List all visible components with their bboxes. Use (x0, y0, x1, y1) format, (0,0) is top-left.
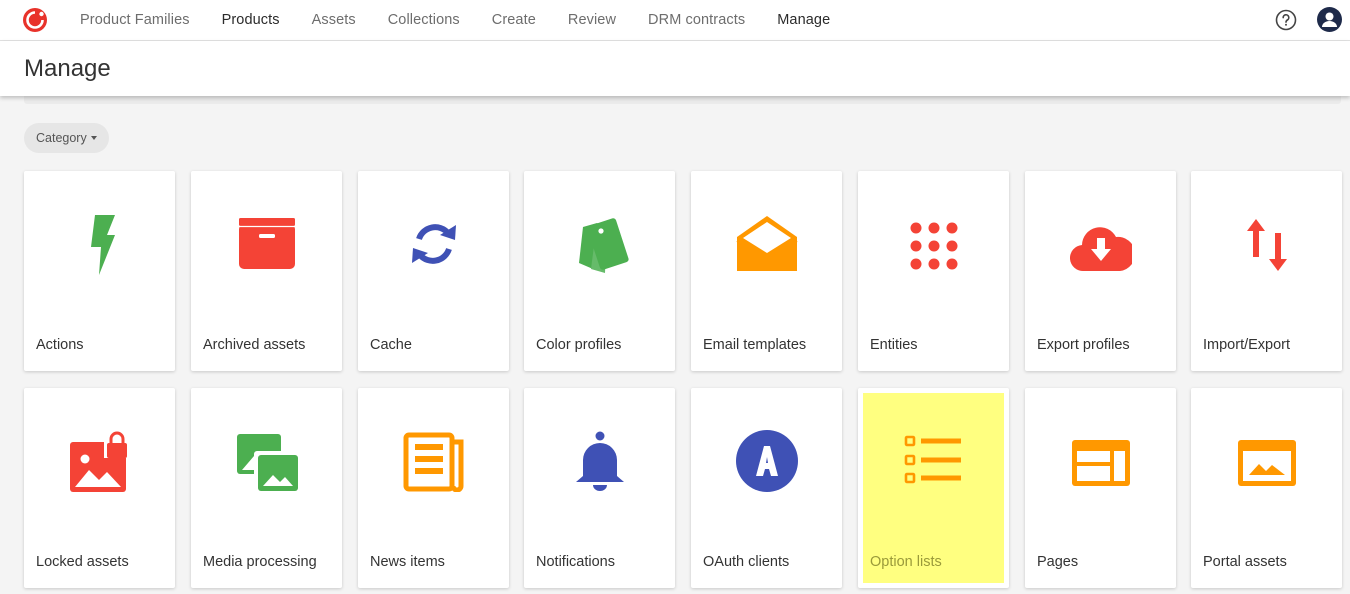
tile-label: Import/Export (1203, 337, 1291, 353)
up-down-arrows-icon (1236, 213, 1298, 275)
sync-icon (403, 213, 465, 275)
tile-notifications[interactable]: Notifications (524, 388, 675, 588)
tile-export-profiles[interactable]: Export profiles (1025, 171, 1176, 371)
tile-pages[interactable]: Pages (1025, 388, 1176, 588)
brand-logo-icon[interactable] (22, 7, 48, 33)
tile-archived-assets[interactable]: Archived assets (191, 171, 342, 371)
tile-label: Email templates (703, 337, 807, 353)
color-swatches-icon (569, 213, 631, 275)
web-layout-icon (1070, 430, 1132, 492)
tile-entities[interactable]: Entities (858, 171, 1009, 371)
page-header: Manage (0, 41, 1350, 96)
main-nav-links: Product Families Products Assets Collect… (64, 0, 846, 40)
help-icon[interactable] (1275, 9, 1297, 31)
page-title: Manage (24, 55, 111, 82)
cloud-download-icon (1070, 213, 1132, 275)
nav-item-products[interactable]: Products (206, 12, 296, 28)
category-filter-button[interactable]: Category (24, 123, 109, 153)
tile-media-processing[interactable]: Media processing (191, 388, 342, 588)
tile-news-items[interactable]: News items (358, 388, 509, 588)
tile-label: Color profiles (536, 337, 622, 353)
dot-grid-icon (903, 213, 965, 275)
open-envelope-icon (736, 213, 798, 275)
tile-label: Pages (1037, 554, 1079, 570)
tile-label: OAuth clients (703, 554, 790, 570)
nav-item-create[interactable]: Create (476, 12, 552, 28)
category-filter-label: Category (36, 131, 87, 145)
tile-label: Archived assets (203, 337, 306, 353)
lightning-icon (69, 213, 131, 275)
letter-a-circle-icon (736, 430, 798, 492)
tile-option-lists[interactable]: Option lists (858, 388, 1009, 588)
user-avatar-icon[interactable] (1317, 7, 1342, 32)
newspaper-icon (403, 430, 465, 492)
nav-item-drm-contracts[interactable]: DRM contracts (632, 12, 761, 28)
nav-item-assets[interactable]: Assets (296, 12, 372, 28)
tile-label: Portal assets (1203, 554, 1287, 570)
top-navigation-bar: Product Families Products Assets Collect… (0, 0, 1350, 41)
tile-portal-assets[interactable]: Portal assets (1191, 388, 1342, 588)
photo-library-icon (236, 430, 298, 492)
tile-email-templates[interactable]: Email templates (691, 171, 842, 371)
tile-color-profiles[interactable]: Color profiles (524, 171, 675, 371)
archive-box-icon (236, 213, 298, 275)
tile-label: Notifications (536, 554, 615, 570)
tile-actions[interactable]: Actions (24, 171, 175, 371)
tile-oauth-clients[interactable]: OAuth clients (691, 388, 842, 588)
tile-label: Option lists (870, 554, 942, 570)
nav-item-collections[interactable]: Collections (372, 12, 476, 28)
tile-import-export[interactable]: Import/Export (1191, 171, 1342, 371)
tile-locked-assets[interactable]: Locked assets (24, 388, 175, 588)
bell-icon (569, 430, 631, 492)
tile-label: Entities (870, 337, 918, 353)
caret-down-icon (90, 136, 97, 140)
tile-label: Locked assets (36, 554, 129, 570)
tile-label: Media processing (203, 554, 317, 570)
tile-label: Actions (36, 337, 84, 353)
nav-item-manage[interactable]: Manage (761, 12, 846, 28)
nav-item-review[interactable]: Review (552, 12, 632, 28)
checklist-icon (903, 430, 965, 492)
tile-cache[interactable]: Cache (358, 171, 509, 371)
tile-label: Cache (370, 337, 412, 353)
nav-item-product-families[interactable]: Product Families (64, 12, 206, 28)
tile-label: Export profiles (1037, 337, 1130, 353)
locked-image-icon (69, 430, 131, 492)
tile-label: News items (370, 554, 445, 570)
landscape-frame-icon (1236, 430, 1298, 492)
